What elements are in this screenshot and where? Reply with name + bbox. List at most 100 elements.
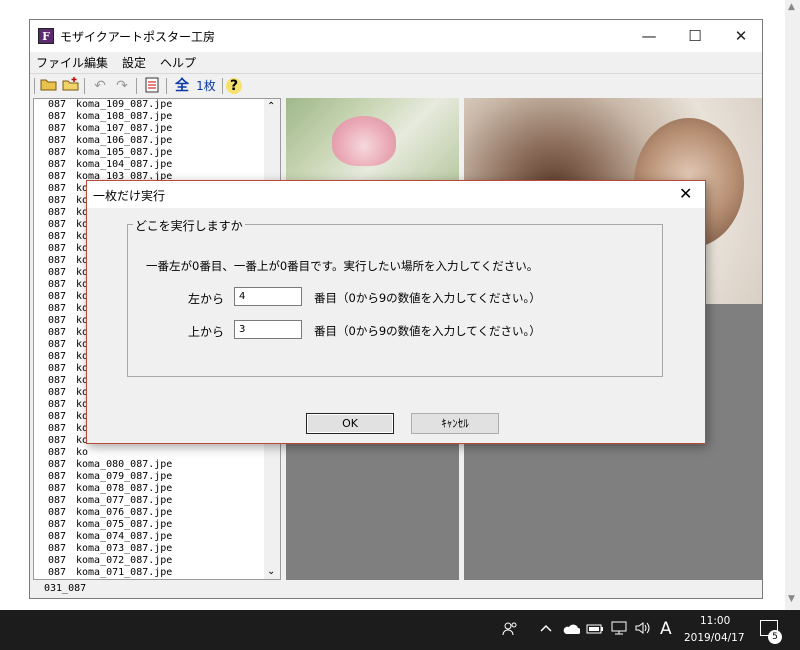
- run-one-dialog: 一枚だけ実行 ✕ どこを実行しますか 一番左が0番目、一番上が0番目です。実行し…: [86, 180, 706, 444]
- scroll-down-icon[interactable]: ▼: [788, 594, 795, 604]
- top-input[interactable]: 3: [234, 320, 302, 339]
- list-item-number: 087: [48, 123, 67, 134]
- list-item[interactable]: 087 koma_109_087.jpe: [34, 99, 266, 111]
- close-button[interactable]: ✕: [718, 20, 764, 52]
- window-title: モザイクアートポスター工房: [60, 30, 216, 44]
- battery-icon[interactable]: [586, 621, 604, 639]
- minimize-button[interactable]: —: [626, 20, 672, 52]
- list-item-number: 087: [48, 207, 67, 218]
- list-item-number: 087: [48, 159, 67, 170]
- scroll-up-icon[interactable]: ▲: [788, 2, 795, 12]
- list-item[interactable]: 087 koma_079_087.jpe: [34, 471, 266, 483]
- list-item-number: 087: [48, 243, 67, 254]
- onedrive-icon[interactable]: [562, 621, 581, 639]
- clock-time[interactable]: 11:00: [700, 615, 730, 627]
- list-item-filename: koma_077_087.jpe: [76, 495, 173, 506]
- list-item[interactable]: 087 koma_076_087.jpe: [34, 507, 266, 519]
- list-item-number: 087: [48, 231, 67, 242]
- list-item-number: 087: [48, 399, 67, 410]
- redo-icon[interactable]: ↷: [112, 77, 132, 95]
- menu-edit[interactable]: 編集: [84, 54, 108, 71]
- list-item-number: 087: [48, 483, 67, 494]
- list-item[interactable]: 087 koma_108_087.jpe: [34, 111, 266, 123]
- list-item-filename: koma_075_087.jpe: [76, 519, 173, 530]
- clock-date[interactable]: 2019/04/17: [684, 632, 745, 644]
- all-icon[interactable]: 全: [172, 77, 192, 95]
- list-item-filename: koma_078_087.jpe: [76, 483, 173, 494]
- help-icon[interactable]: ?: [226, 78, 242, 94]
- ok-button[interactable]: OK: [306, 413, 394, 434]
- notification-count: 5: [768, 630, 782, 644]
- page-scrollbar[interactable]: ▲ ▼: [785, 0, 800, 610]
- volume-icon[interactable]: [634, 621, 652, 639]
- list-item[interactable]: 087 koma_106_087.jpe: [34, 135, 266, 147]
- list-item-number: 087: [48, 519, 67, 530]
- list-item-filename: ko: [76, 447, 89, 458]
- list-item-number: 087: [48, 387, 67, 398]
- list-item-number: 087: [48, 411, 67, 422]
- dialog-close-button[interactable]: ✕: [679, 184, 692, 203]
- list-item-filename: koma_076_087.jpe: [76, 507, 173, 518]
- list-item[interactable]: 087koma_070_087.jpe: [34, 579, 266, 580]
- maximize-button[interactable]: ☐: [672, 20, 718, 52]
- list-item[interactable]: 087 koma_078_087.jpe: [34, 483, 266, 495]
- dialog-title-bar: 一枚だけ実行 ✕: [87, 181, 705, 208]
- list-item-number: 087: [48, 327, 67, 338]
- list-item[interactable]: 087 koma_073_087.jpe: [34, 543, 266, 555]
- list-item-number: 087: [48, 531, 67, 542]
- toolbar-separator: [84, 78, 85, 94]
- list-item-number: 087: [48, 555, 67, 566]
- list-item-number: 087: [48, 447, 67, 458]
- people-icon[interactable]: [502, 621, 518, 641]
- undo-icon[interactable]: ↶: [90, 77, 110, 95]
- toolbar-separator: [166, 78, 167, 94]
- list-item-number: 087: [48, 279, 67, 290]
- list-item-filename: koma_104_087.jpe: [76, 159, 173, 170]
- document-icon[interactable]: [142, 77, 162, 95]
- network-icon[interactable]: [610, 621, 628, 639]
- list-item[interactable]: 087 koma_107_087.jpe: [34, 123, 266, 135]
- list-item[interactable]: 087 koma_105_087.jpe: [34, 147, 266, 159]
- left-input[interactable]: 4: [234, 287, 302, 306]
- position-group: どこを実行しますか 一番左が0番目、一番上が0番目です。実行したい場所を入力して…: [127, 217, 663, 377]
- chevron-down-icon[interactable]: ⌄: [267, 566, 275, 577]
- ime-indicator[interactable]: A: [660, 619, 672, 639]
- list-item-number: 087: [48, 111, 67, 122]
- left-hint: 番目（0から9の数値を入力してください。）: [314, 291, 541, 305]
- list-item-number: 087: [48, 507, 67, 518]
- list-item-number: 087: [48, 423, 67, 434]
- lotus-photo: [286, 98, 459, 182]
- list-item-number: 087: [48, 459, 67, 470]
- menu-settings[interactable]: 設定: [122, 54, 146, 71]
- list-item-filename: koma_109_087.jpe: [76, 99, 173, 110]
- list-item-number: 087: [48, 255, 67, 266]
- menu-file[interactable]: ファイル: [36, 54, 84, 71]
- new-folder-icon[interactable]: [61, 77, 81, 95]
- list-item-number: 087: [48, 495, 67, 506]
- list-item[interactable]: 087 koma_077_087.jpe: [34, 495, 266, 507]
- chevron-up-icon[interactable]: ⌃: [267, 101, 275, 112]
- list-item-number: 087: [48, 195, 67, 206]
- list-item[interactable]: 087 koma_074_087.jpe: [34, 531, 266, 543]
- cancel-button[interactable]: ｷｬﾝｾﾙ: [411, 413, 499, 434]
- list-item-filename: koma_106_087.jpe: [76, 135, 173, 146]
- list-item-number: 087: [48, 543, 67, 554]
- list-item-filename: koma_073_087.jpe: [76, 543, 173, 554]
- list-item[interactable]: 087 koma_071_087.jpe: [34, 567, 266, 579]
- menu-help[interactable]: ヘルプ: [160, 54, 196, 71]
- list-item-number: 087: [48, 267, 67, 278]
- list-item-number: 087: [48, 99, 67, 110]
- list-item[interactable]: 087 ko: [34, 447, 266, 459]
- list-item[interactable]: 087 koma_075_087.jpe: [34, 519, 266, 531]
- list-item[interactable]: 087 koma_104_087.jpe: [34, 159, 266, 171]
- chevron-up-icon[interactable]: [540, 621, 552, 639]
- list-item[interactable]: 087 koma_080_087.jpe: [34, 459, 266, 471]
- toolbar-separator: [222, 78, 223, 94]
- list-item-filename: koma_080_087.jpe: [76, 459, 173, 470]
- one-sheet-icon[interactable]: 1枚: [194, 77, 218, 95]
- open-folder-icon[interactable]: [39, 77, 59, 95]
- list-item[interactable]: 087 koma_072_087.jpe: [34, 555, 266, 567]
- list-item-number: 087: [48, 147, 67, 158]
- list-item-filename: koma_071_087.jpe: [76, 567, 173, 578]
- top-hint: 番目（0から9の数値を入力してください。）: [314, 324, 541, 338]
